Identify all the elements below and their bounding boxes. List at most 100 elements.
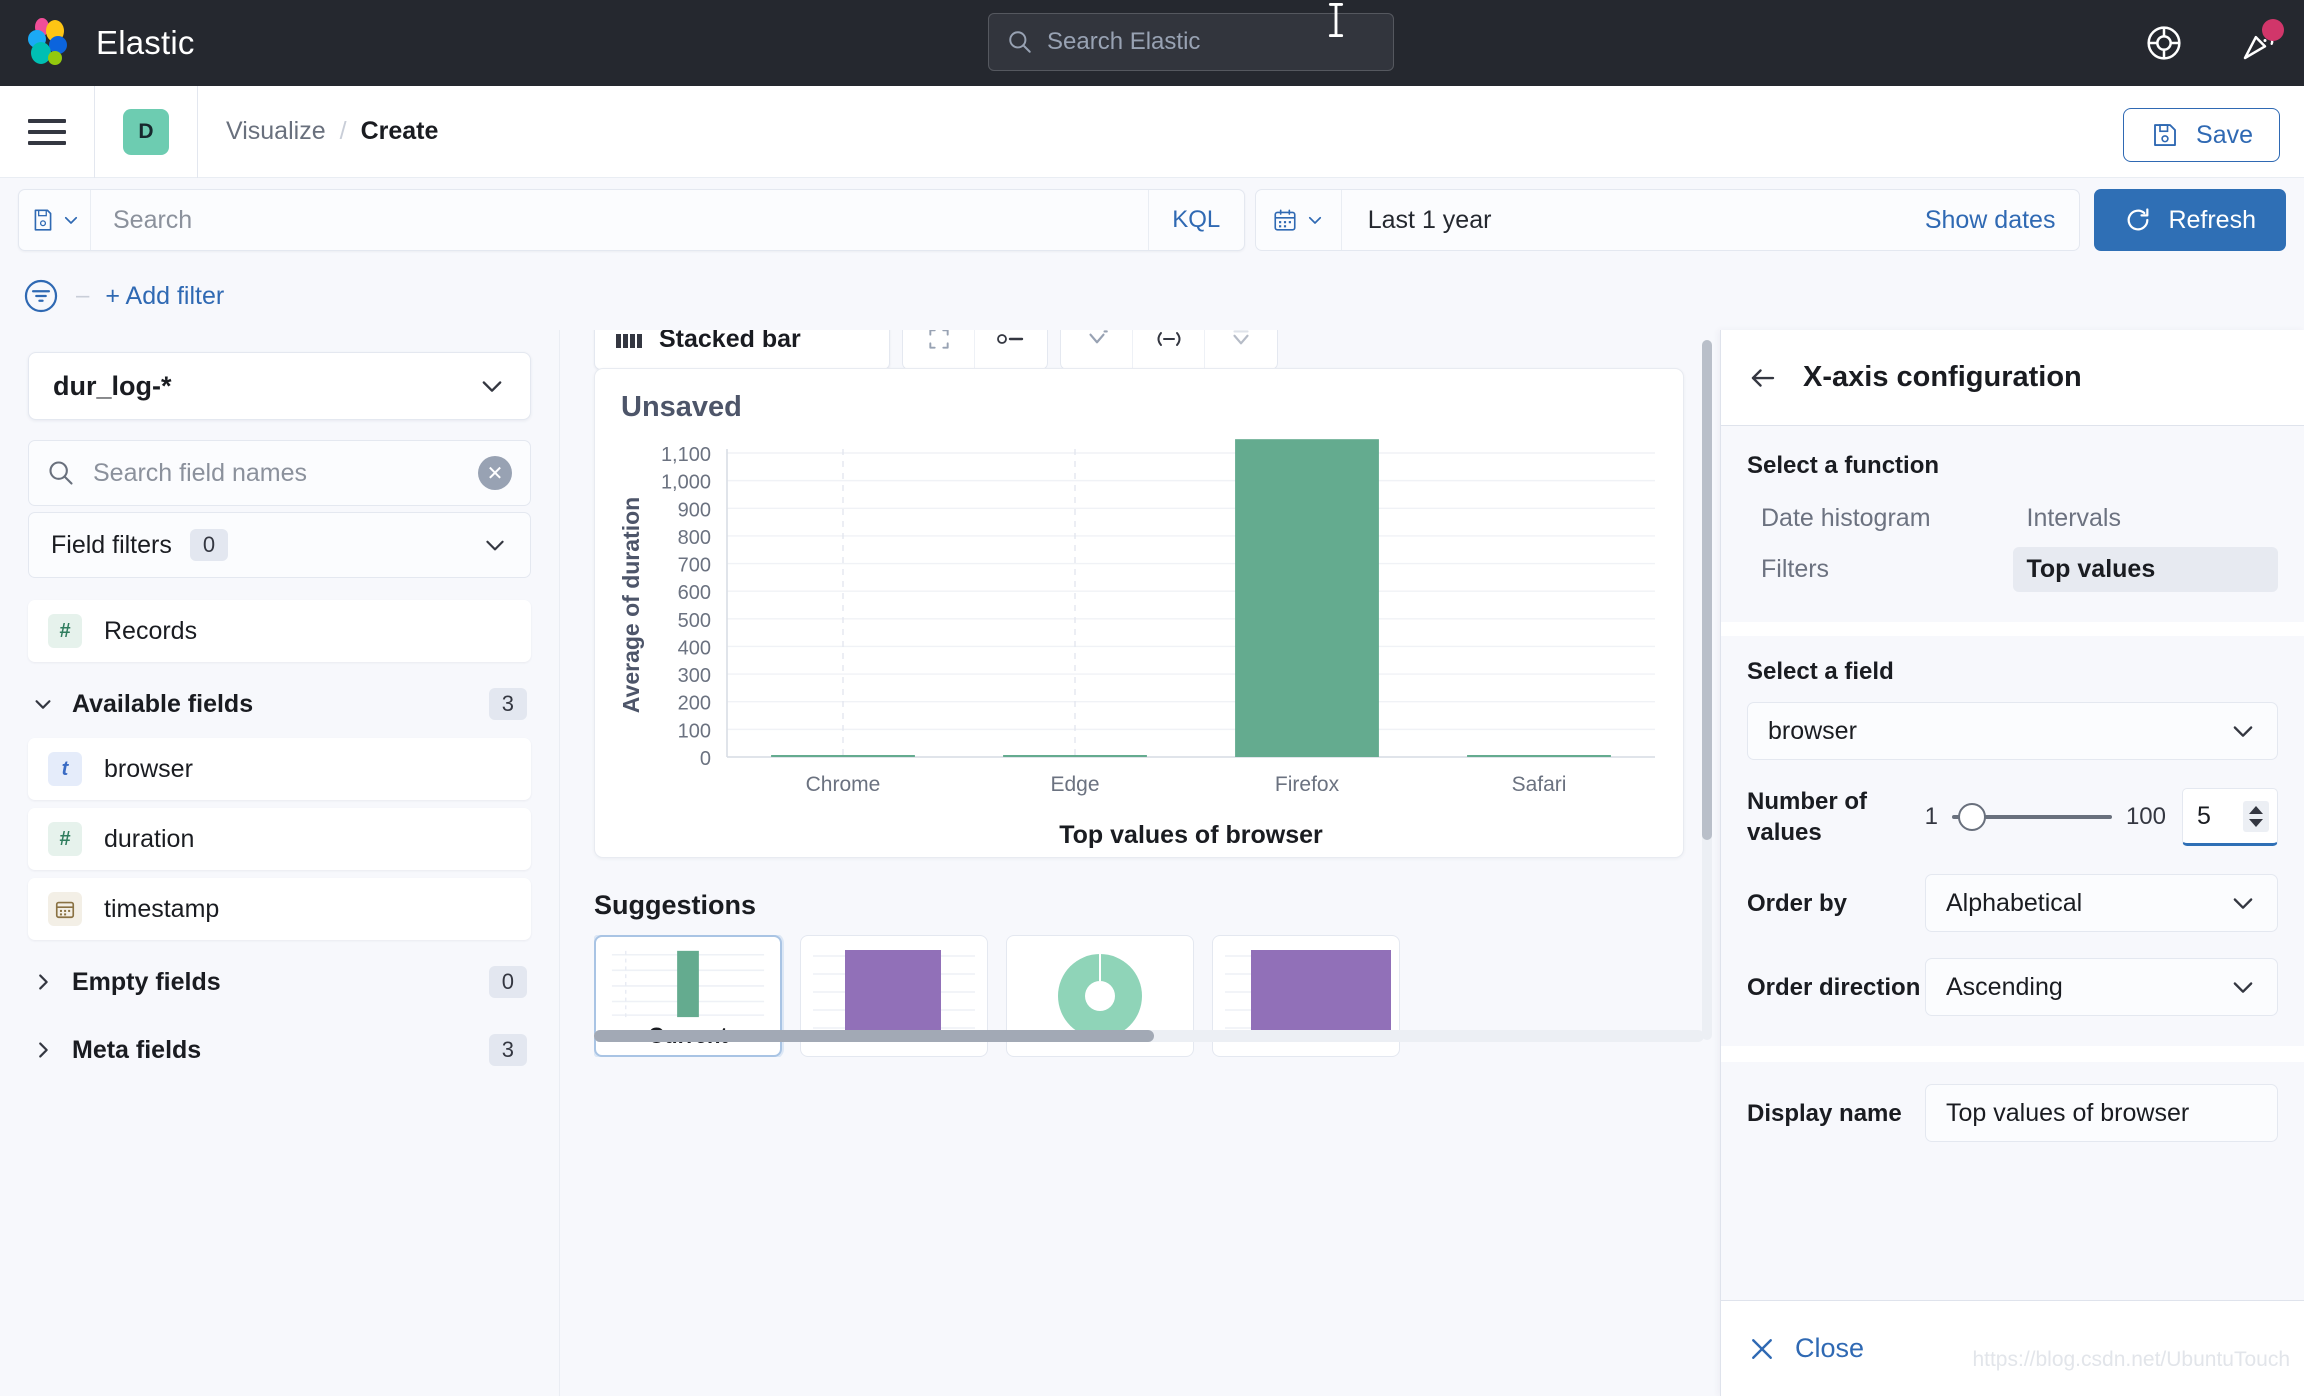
- chevron-down-icon: [1309, 216, 1322, 224]
- number-of-values-slider[interactable]: 1 100: [1924, 803, 2166, 832]
- suggestion-thumb-bar: [604, 945, 772, 1021]
- show-dates-button[interactable]: Show dates: [1901, 190, 2080, 250]
- suggestions-horizontal-scrollbar[interactable]: [594, 1030, 1704, 1042]
- chevron-down-icon: [64, 216, 77, 224]
- field-search-input[interactable]: Search field names ✕: [28, 440, 531, 506]
- config-panel-footer: Close: [1721, 1300, 2304, 1396]
- y-axis-icon[interactable]: [1061, 330, 1133, 369]
- calendar-icon: [1274, 209, 1296, 231]
- function-date-histogram[interactable]: Date histogram: [1747, 496, 2013, 541]
- filter-bar: – + Add filter: [0, 265, 2304, 327]
- value-labels-icon[interactable]: [1205, 330, 1277, 369]
- filter-funnel-icon[interactable]: [22, 277, 60, 315]
- field-row-timestamp[interactable]: timestamp: [28, 878, 531, 940]
- party-popper-icon[interactable]: [2240, 19, 2284, 63]
- display-name-input[interactable]: Top values of browser: [1925, 1084, 2278, 1143]
- y-axis-tick-label: 900: [678, 499, 711, 521]
- saved-query-icon: [34, 209, 51, 231]
- chart-settings-icon[interactable]: [903, 330, 975, 369]
- function-top-values[interactable]: Top values: [2012, 547, 2278, 592]
- chart-options-group: [902, 330, 1048, 370]
- global-top-bar: Elastic Search Elastic: [0, 0, 2304, 86]
- number-of-values-input[interactable]: 5: [2182, 788, 2278, 847]
- close-button[interactable]: Close: [1795, 1333, 1864, 1364]
- clear-x-icon[interactable]: ✕: [478, 456, 512, 490]
- slider-min-label: 1: [1924, 803, 1938, 831]
- order-direction-row: Order direction Ascending: [1747, 958, 2278, 1017]
- suggestions-title: Suggestions: [594, 890, 757, 920]
- brand[interactable]: Elastic: [22, 17, 195, 69]
- y-axis-tick-label: 800: [678, 527, 711, 549]
- y-axis-tick-label: 100: [678, 720, 711, 742]
- order-by-select[interactable]: Alphabetical: [1925, 874, 2278, 933]
- field-filters-toggle[interactable]: Field filters 0: [28, 512, 531, 578]
- workspace-vertical-scrollbar[interactable]: [1702, 340, 1712, 1040]
- save-button[interactable]: Save: [2123, 108, 2280, 162]
- date-picker-group: Last 1 year Show dates: [1254, 189, 2081, 251]
- number-field-type-icon: #: [48, 614, 82, 648]
- slider-track[interactable]: [1951, 803, 2112, 832]
- main-area: dur_log-* Search field names ✕ Field fil…: [0, 330, 2304, 1396]
- brand-name: Elastic: [96, 24, 195, 61]
- breadcrumb-separator: /: [339, 117, 347, 145]
- order-direction-select[interactable]: Ascending: [1925, 958, 2278, 1017]
- query-language-button[interactable]: KQL: [1147, 190, 1244, 250]
- date-quick-select-button[interactable]: [1256, 190, 1342, 250]
- select-function-label: Select a function: [1747, 452, 1940, 479]
- field-row-duration[interactable]: # duration: [28, 808, 531, 870]
- bar-chart[interactable]: 0 100 200 300 400 500 600 700 800 900 1,000 1,100 Ch…: [595, 439, 1685, 859]
- config-panel-header: X-axis configuration: [1721, 330, 2304, 426]
- life-ring-icon[interactable]: [2144, 23, 2184, 63]
- stepper-down-icon[interactable]: [2248, 818, 2264, 828]
- chart-type-label: Stacked bar: [659, 330, 801, 353]
- empty-fields-toggle[interactable]: Empty fields 0: [28, 948, 531, 1016]
- field-label: browser: [104, 754, 193, 783]
- chevron-down-icon: [2233, 982, 2253, 994]
- query-bar: Search KQL Last 1 year Show dates Refres…: [0, 178, 2304, 261]
- arrow-left-icon[interactable]: [1747, 363, 1779, 393]
- saved-query-button[interactable]: [19, 190, 91, 250]
- space-avatar[interactable]: D: [123, 108, 169, 155]
- chart-type-button[interactable]: Stacked bar: [594, 330, 890, 370]
- filter-bar-dash: –: [76, 282, 90, 309]
- empty-fields-count: 0: [488, 966, 527, 998]
- field-label: timestamp: [104, 894, 220, 923]
- breadcrumb-visualize[interactable]: Visualize: [226, 117, 326, 146]
- field-select[interactable]: browser: [1747, 702, 2278, 760]
- refresh-button-label: Refresh: [2168, 205, 2256, 234]
- global-search-input[interactable]: Search Elastic: [988, 13, 1394, 71]
- save-button-label: Save: [2196, 120, 2253, 149]
- field-row-browser[interactable]: t browser: [28, 738, 531, 800]
- query-search-input[interactable]: Search: [91, 190, 1148, 250]
- breadcrumb-create: Create: [360, 117, 439, 145]
- display-name-row: Display name Top values of browser: [1747, 1084, 2278, 1143]
- field-select-value: browser: [1768, 716, 1857, 745]
- function-filters[interactable]: Filters: [1747, 547, 2013, 592]
- chevron-right-icon: [39, 1042, 48, 1058]
- close-x-icon[interactable]: [1747, 1334, 1777, 1364]
- slider-knob[interactable]: [1957, 803, 1986, 832]
- chevron-down-icon: [2233, 726, 2253, 737]
- x-axis-icon[interactable]: [1133, 330, 1205, 369]
- time-range-display[interactable]: Last 1 year: [1342, 190, 1901, 250]
- refresh-button[interactable]: Refresh: [2094, 189, 2286, 251]
- function-intervals[interactable]: Intervals: [2013, 496, 2279, 541]
- field-row-records[interactable]: # Records: [28, 600, 531, 662]
- bar: [771, 755, 915, 757]
- available-fields-toggle[interactable]: Available fields 3: [28, 670, 531, 738]
- legend-icon[interactable]: [975, 330, 1047, 369]
- function-grid: Date histogram Intervals Filters Top val…: [1747, 496, 2278, 592]
- divider: [94, 85, 95, 178]
- chevron-down-icon: [35, 700, 51, 709]
- meta-fields-toggle[interactable]: Meta fields 3: [28, 1016, 531, 1084]
- number-stepper[interactable]: [2243, 800, 2269, 832]
- datasource-select[interactable]: dur_log-*: [28, 352, 531, 420]
- display-name-value: Top values of browser: [1946, 1098, 2190, 1127]
- field-filters-count: 0: [189, 529, 229, 561]
- stepper-up-icon[interactable]: [2248, 805, 2264, 815]
- add-filter-button[interactable]: + Add filter: [105, 282, 224, 311]
- hamburger-menu-icon[interactable]: [28, 118, 66, 145]
- chart-card: Unsaved 0 100 200 300 400 500 600 700 800 900 1,00…: [594, 368, 1684, 858]
- topbar-icon-group: [2144, 0, 2284, 86]
- stacked-bar-icon: [616, 334, 642, 348]
